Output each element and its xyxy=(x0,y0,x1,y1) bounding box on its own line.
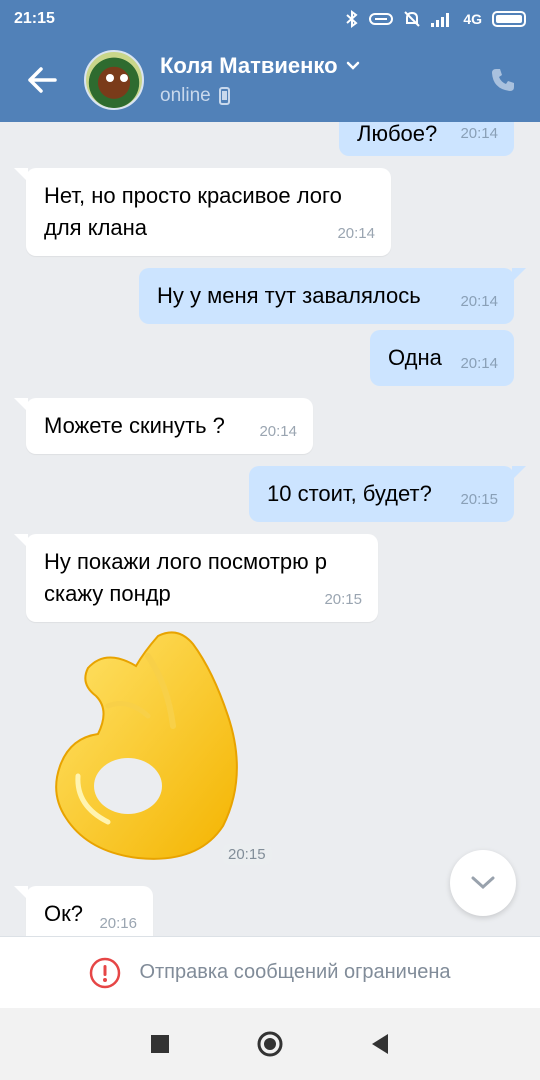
message-text: 10 стоит, будет? xyxy=(267,481,432,506)
restriction-text: Отправка сообщений ограничена xyxy=(139,961,451,983)
status-time: 21:15 xyxy=(14,10,55,27)
contact-name-row: Коля Матвиенко xyxy=(160,53,478,79)
call-button[interactable] xyxy=(478,55,528,105)
message-text: Одна xyxy=(388,345,442,370)
back-button[interactable] xyxy=(12,50,72,110)
chevron-down-icon xyxy=(471,876,495,890)
avatar-eye xyxy=(106,74,114,82)
scroll-down-button[interactable] xyxy=(450,850,516,916)
bubble-tail xyxy=(14,168,28,182)
top-bar: 21:15 4G Коля Матвиенко online xyxy=(0,0,540,122)
message-time: 20:14 xyxy=(460,355,498,372)
chevron-down-icon xyxy=(346,61,359,70)
contact-status-row: online xyxy=(160,85,478,107)
back-triangle-icon[interactable] xyxy=(370,1033,390,1055)
message-incoming[interactable]: Ок? 20:16 xyxy=(14,886,153,936)
contact-title[interactable]: Коля Матвиенко online xyxy=(160,53,478,107)
home-circle-icon[interactable] xyxy=(256,1030,284,1058)
message-list[interactable]: Любое? 20:14 Нет, но просто красивое лог… xyxy=(0,122,540,936)
sticker-time: 20:15 xyxy=(222,844,272,865)
bubble-tail xyxy=(512,268,526,282)
message-text: Можете скинуть ? xyxy=(44,413,225,438)
message-time: 20:14 xyxy=(460,293,498,310)
battery-icon xyxy=(492,11,526,27)
message-outgoing[interactable]: Ну у меня тут завалялось 20:14 xyxy=(139,268,526,324)
back-arrow-icon xyxy=(28,67,57,93)
bubble-tail xyxy=(14,398,28,412)
message-incoming[interactable]: Нет, но просто красивое лого для клана 2… xyxy=(14,168,391,256)
message-incoming[interactable]: Можете скинуть ? 20:14 xyxy=(14,398,313,454)
bubble-tail xyxy=(14,886,28,900)
system-nav-bar xyxy=(0,1008,540,1080)
message-time: 20:15 xyxy=(324,591,362,608)
message-outgoing[interactable]: Одна 20:14 xyxy=(370,330,514,386)
message-outgoing[interactable]: Любое? 20:14 xyxy=(339,122,514,156)
recents-square-icon[interactable] xyxy=(150,1034,170,1054)
message-outgoing[interactable]: 10 стоит, будет? 20:15 xyxy=(249,466,526,522)
message-text: Нет, но просто красивое лого для клана xyxy=(44,183,342,240)
message-text: Ну покажи лого посмотрю р скажу пондр xyxy=(44,549,328,606)
message-time: 20:16 xyxy=(99,915,137,932)
avatar-eye xyxy=(120,74,128,82)
network-type: 4G xyxy=(463,11,482,27)
phone-icon xyxy=(492,69,514,91)
message-time: 20:14 xyxy=(337,225,375,242)
contact-name: Коля Матвиенко xyxy=(160,53,338,78)
message-incoming[interactable]: Ну покажи лого посмотрю р скажу пондр 20… xyxy=(14,534,378,622)
message-text: Ок? xyxy=(44,901,83,926)
status-bar: 21:15 4G xyxy=(0,0,540,38)
bubble-tail xyxy=(512,466,526,480)
bubble-tail xyxy=(14,534,28,548)
ok-hand-sticker[interactable] xyxy=(48,626,248,866)
message-text: Ну у меня тут завалялось xyxy=(157,283,421,308)
mute-bell-icon xyxy=(404,11,421,27)
exclamation-circle-icon xyxy=(90,957,121,988)
message-time: 20:14 xyxy=(460,125,498,142)
mobile-device-icon xyxy=(218,87,230,105)
contact-status: online xyxy=(160,85,211,106)
message-text: Любое? xyxy=(357,122,438,146)
chat-header: Коля Матвиенко online xyxy=(0,38,540,122)
signal-icon xyxy=(431,13,450,27)
bluetooth-icon xyxy=(346,10,358,28)
avatar[interactable] xyxy=(84,50,144,110)
link-icon xyxy=(369,13,394,25)
message-time: 20:14 xyxy=(259,423,297,440)
message-time: 20:15 xyxy=(460,491,498,508)
restriction-bar: Отправка сообщений ограничена xyxy=(0,936,540,1008)
status-icons: 4G xyxy=(345,10,526,28)
